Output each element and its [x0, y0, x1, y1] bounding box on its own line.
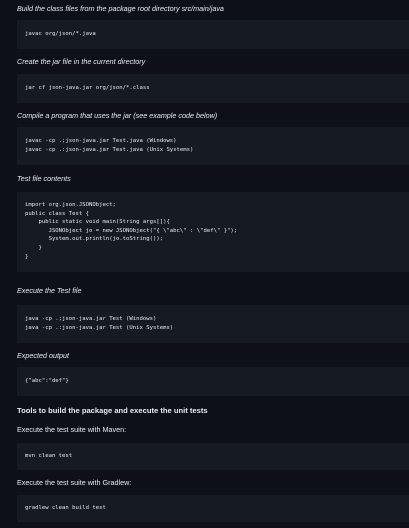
expected-output-caption: Expected output: [17, 351, 69, 360]
maven-code-block: mvn clean test: [17, 443, 409, 470]
gradle-caption: Execute the test suite with Gradlew:: [17, 478, 132, 487]
gradle-code-block: gradlew clean build test: [17, 495, 409, 522]
create-jar-caption: Create the jar file in the current direc…: [17, 57, 146, 66]
maven-code: mvn clean test: [25, 453, 73, 459]
test-file-caption: Test file contents: [17, 174, 71, 183]
maven-caption: Execute the test suite with Maven:: [17, 425, 127, 434]
test-file-code-block: import org.json.JSONObject; public class…: [17, 192, 409, 272]
execute-code: java -cp .;json-java.jar Test (Windows) …: [25, 316, 174, 331]
expected-output-code-block: {"abc":"def"}: [17, 367, 409, 396]
build-code: javac org/json/*.java: [25, 31, 96, 37]
create-jar-code: jar cf json-java.jar org/json/*.class: [25, 85, 150, 91]
readme-page: Build the class files from the package r…: [0, 0, 409, 528]
compile-code: javac -cp .;json-java.jar Test.java (Win…: [25, 138, 194, 153]
build-caption: Build the class files from the package r…: [17, 4, 224, 13]
test-file-code: import org.json.JSONObject; public class…: [25, 202, 238, 260]
tools-heading: Tools to build the package and execute t…: [17, 406, 208, 415]
execute-code-block: java -cp .;json-java.jar Test (Windows) …: [17, 305, 409, 343]
gradle-code: gradlew clean build test: [25, 505, 106, 511]
compile-caption: Compile a program that uses the jar (see…: [17, 111, 218, 120]
build-code-block: javac org/json/*.java: [17, 20, 409, 49]
expected-output-code: {"abc":"def"}: [25, 378, 69, 384]
compile-code-block: javac -cp .;json-java.jar Test.java (Win…: [17, 127, 409, 165]
create-jar-code-block: jar cf json-java.jar org/json/*.class: [17, 74, 409, 103]
execute-caption: Execute the Test file: [17, 286, 82, 295]
